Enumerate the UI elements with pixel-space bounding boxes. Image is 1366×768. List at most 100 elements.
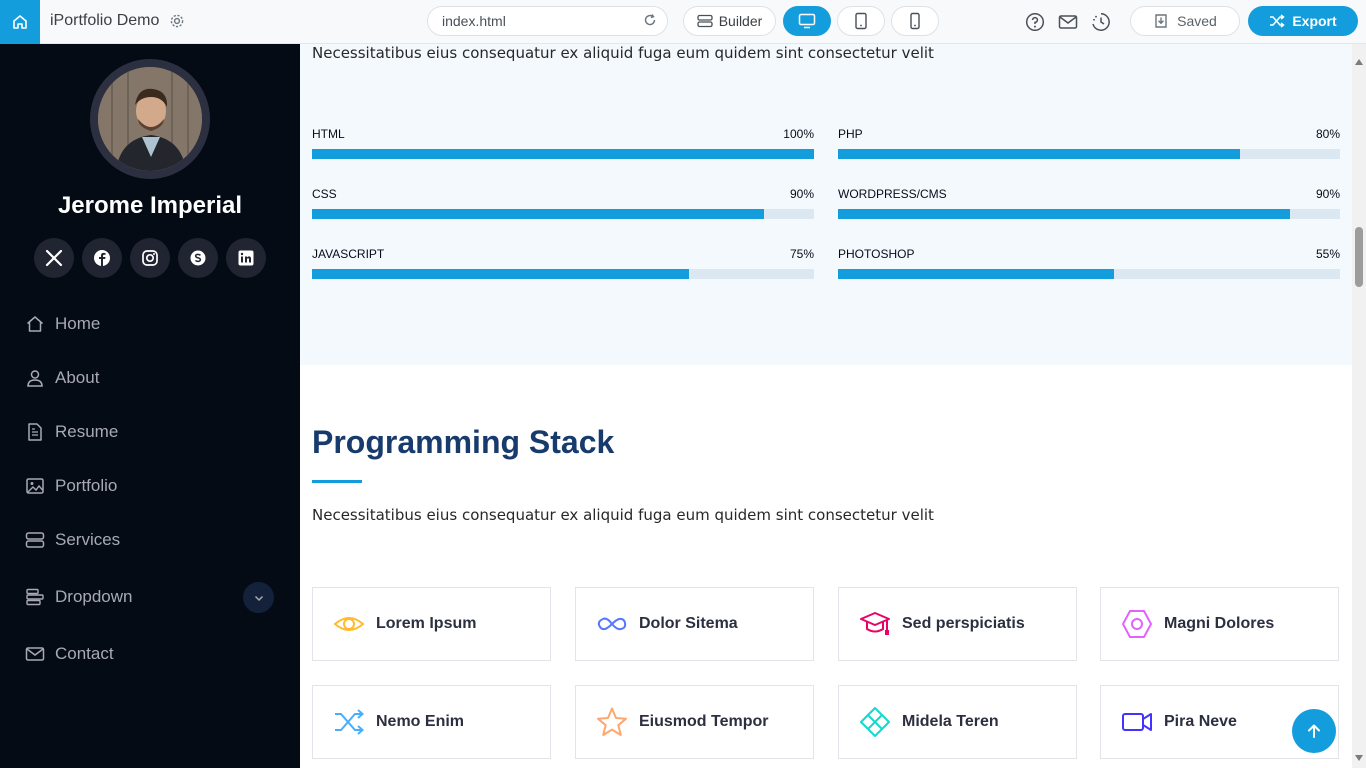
profile-name: Jerome Imperial (57, 192, 243, 219)
builder-toolbar: iPortfolio Demo index.html Builder Saved… (0, 0, 1366, 44)
arrow-up-icon (1308, 724, 1320, 738)
skills-section: Necessitatibus eius consequatur ex aliqu… (300, 44, 1352, 365)
saved-button[interactable]: Saved (1130, 6, 1240, 36)
skill-name: WORDPRESS/CMS (838, 187, 947, 201)
history-icon[interactable] (1091, 12, 1111, 32)
nav-item-resume[interactable]: Resume (0, 405, 300, 459)
progress-track (312, 149, 814, 159)
stack-card[interactable]: Nemo Enim (312, 685, 551, 759)
url-input[interactable]: index.html (427, 6, 668, 36)
nut-icon (1121, 608, 1153, 640)
desktop-view-button[interactable] (783, 6, 831, 36)
facebook-icon[interactable] (82, 238, 122, 278)
nav-label: Contact (55, 644, 114, 663)
stack-card[interactable]: Magni Dolores (1100, 587, 1339, 661)
camera-video-icon (1121, 706, 1153, 738)
nav-item-home[interactable]: Home (0, 297, 300, 351)
skill-html: HTML 100% (312, 127, 814, 159)
progress-track (312, 209, 814, 219)
tablet-view-button[interactable] (837, 6, 885, 36)
stack-card[interactable]: Lorem Ipsum (312, 587, 551, 661)
scroll-up-arrow-icon[interactable] (1355, 52, 1363, 70)
mobile-view-button[interactable] (891, 6, 939, 36)
nav-label: Services (55, 530, 121, 549)
skill-photoshop: PHOTOSHOP 55% (838, 247, 1340, 279)
skill-name: CSS (312, 187, 337, 201)
card-label: Dolor Sitema (639, 615, 738, 632)
progress-fill (312, 269, 689, 279)
scroll-down-arrow-icon[interactable] (1355, 748, 1363, 766)
nav-item-contact[interactable]: Contact (0, 627, 300, 681)
sidebar: Jerome Imperial Home About Resume Portfo… (0, 44, 300, 768)
nav-item-services[interactable]: Services (0, 513, 300, 567)
skill-percent: 80% (1315, 127, 1340, 141)
nav-label: About (55, 368, 100, 387)
skill-percent: 55% (1315, 247, 1340, 261)
home-icon (25, 314, 45, 334)
progress-track (838, 149, 1340, 159)
skill-percent: 90% (789, 187, 814, 201)
skill-name: JAVASCRIPT (312, 247, 385, 261)
card-label: Lorem Ipsum (376, 615, 477, 632)
instagram-icon[interactable] (130, 238, 170, 278)
title-underline (312, 480, 362, 483)
user-icon (25, 368, 45, 388)
refresh-icon[interactable] (643, 13, 657, 32)
help-icon[interactable] (1025, 12, 1045, 32)
nav-item-about[interactable]: About (0, 351, 300, 405)
stack-card[interactable]: Midela Teren (838, 685, 1077, 759)
stack-card[interactable]: Eiusmod Tempor (575, 685, 814, 759)
envelope-icon (25, 644, 45, 664)
export-button[interactable]: Export (1248, 6, 1358, 36)
app-title: iPortfolio Demo (50, 12, 160, 29)
skill-name: PHOTOSHOP (838, 247, 915, 261)
nav-label: Home (55, 314, 101, 333)
avatar (90, 59, 210, 179)
shuffle-icon (333, 706, 365, 738)
diamond-icon (859, 706, 891, 738)
mail-icon[interactable] (1058, 12, 1078, 32)
scroll-thumb[interactable] (1355, 227, 1363, 287)
layers-icon (697, 14, 713, 28)
back-to-top-button[interactable] (1292, 709, 1336, 753)
progress-fill (312, 149, 814, 159)
page-scrollbar[interactable] (1352, 44, 1366, 768)
settings-gear-icon[interactable] (169, 13, 185, 34)
progress-track (312, 269, 814, 279)
progress-fill (312, 209, 764, 219)
home-icon (13, 15, 27, 29)
mobile-icon (910, 12, 920, 30)
progress-fill (838, 209, 1290, 219)
progress-track (838, 269, 1340, 279)
card-label: Midela Teren (902, 713, 999, 730)
progress-fill (838, 269, 1115, 279)
stack-card[interactable]: Sed perspiciatis (838, 587, 1077, 661)
skill-javascript: JAVASCRIPT 75% (312, 247, 814, 279)
x-icon[interactable] (34, 238, 74, 278)
section-title: Programming Stack (312, 424, 615, 460)
nav-label: Portfolio (55, 476, 118, 495)
skype-icon[interactable] (178, 238, 218, 278)
main-content: Necessitatibus eius consequatur ex aliqu… (300, 44, 1352, 768)
social-links (34, 238, 266, 278)
chevron-down-icon[interactable] (243, 582, 274, 613)
nav-item-portfolio[interactable]: Portfolio (0, 459, 300, 513)
nav-item-dropdown[interactable]: Dropdown (0, 567, 300, 627)
skill-php: PHP 80% (838, 127, 1340, 159)
tablet-icon (855, 12, 867, 30)
skill-wordpress: WORDPRESS/CMS 90% (838, 187, 1340, 219)
card-label: Eiusmod Tempor (639, 713, 769, 730)
nav-label: Dropdown (55, 587, 133, 606)
builder-button[interactable]: Builder (683, 6, 776, 36)
desktop-icon (798, 13, 816, 29)
progress-fill (838, 149, 1240, 159)
save-icon (1155, 14, 1167, 28)
nav-label: Resume (55, 422, 119, 441)
stack-card[interactable]: Dolor Sitema (575, 587, 814, 661)
sidebar-nav: Home About Resume Portfolio Services Dro… (0, 297, 300, 681)
linkedin-icon[interactable] (226, 238, 266, 278)
menu-icon (25, 587, 45, 607)
home-button[interactable] (0, 0, 40, 44)
card-label: Nemo Enim (376, 713, 465, 730)
skill-percent: 90% (1315, 187, 1340, 201)
